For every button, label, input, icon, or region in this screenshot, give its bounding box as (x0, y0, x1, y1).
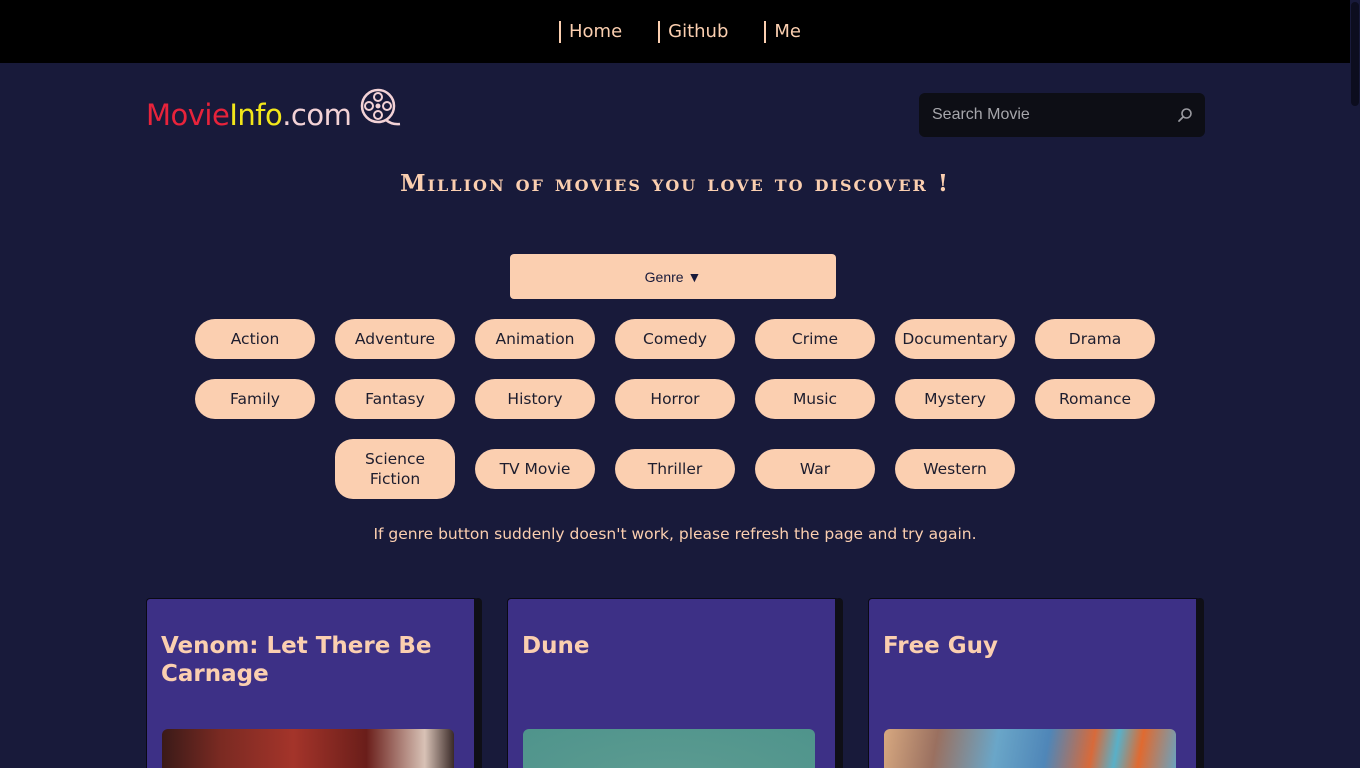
nav-link-me[interactable]: Me (764, 20, 801, 43)
genre-button-drama[interactable]: Drama (1035, 319, 1155, 359)
genre-button-fantasy[interactable]: Fantasy (335, 379, 455, 419)
genre-button-animation[interactable]: Animation (475, 319, 595, 359)
movie-title[interactable]: Venom: Let There Be Carnage (161, 632, 461, 688)
movie-card[interactable]: Dune (507, 598, 843, 768)
genre-button-horror[interactable]: Horror (615, 379, 735, 419)
scrollbar-thumb[interactable] (1351, 2, 1359, 106)
genre-button-documentary[interactable]: Documentary (895, 319, 1015, 359)
genre-button-family[interactable]: Family (195, 379, 315, 419)
nav-link-home[interactable]: Home (558, 20, 622, 43)
film-reel-icon (359, 87, 401, 136)
logo-text-com: .com (282, 98, 352, 132)
movie-poster[interactable] (523, 729, 815, 768)
search-box (919, 93, 1205, 137)
genre-button-war[interactable]: War (755, 449, 875, 489)
movie-poster[interactable] (162, 729, 454, 768)
logo-text-movie: Movie (146, 98, 230, 132)
genre-button-history[interactable]: History (475, 379, 595, 419)
top-nav: Home Github Me (0, 0, 1360, 63)
genre-button-thriller[interactable]: Thriller (615, 449, 735, 489)
genre-notice: If genre button suddenly doesn't work, p… (373, 525, 977, 543)
genre-button-comedy[interactable]: Comedy (615, 319, 735, 359)
search-icon[interactable] (1165, 107, 1205, 123)
nav-link-github[interactable]: Github (658, 20, 728, 43)
page-tagline: Million of movies you love to discover ! (400, 170, 950, 197)
search-input[interactable] (919, 93, 1165, 137)
logo-text-info: Info (229, 98, 283, 132)
genre-button-crime[interactable]: Crime (755, 319, 875, 359)
site-logo[interactable]: Movie Info .com (146, 88, 401, 138)
movie-title[interactable]: Dune (522, 632, 822, 660)
genre-button-mystery[interactable]: Mystery (895, 379, 1015, 419)
genre-dropdown-button[interactable]: Genre ▼ (510, 254, 836, 299)
genre-button-romance[interactable]: Romance (1035, 379, 1155, 419)
movie-card[interactable]: Free Guy (868, 598, 1204, 768)
movie-title[interactable]: Free Guy (883, 632, 1183, 660)
movie-poster[interactable] (884, 729, 1176, 768)
genre-button-science-fiction[interactable]: Science Fiction (335, 439, 455, 499)
genre-button-music[interactable]: Music (755, 379, 875, 419)
genre-button-tv-movie[interactable]: TV Movie (475, 449, 595, 489)
movie-card[interactable]: Venom: Let There Be Carnage (146, 598, 482, 768)
genre-button-action[interactable]: Action (195, 319, 315, 359)
scrollbar[interactable] (1350, 0, 1360, 768)
genre-button-western[interactable]: Western (895, 449, 1015, 489)
genre-button-adventure[interactable]: Adventure (335, 319, 455, 359)
